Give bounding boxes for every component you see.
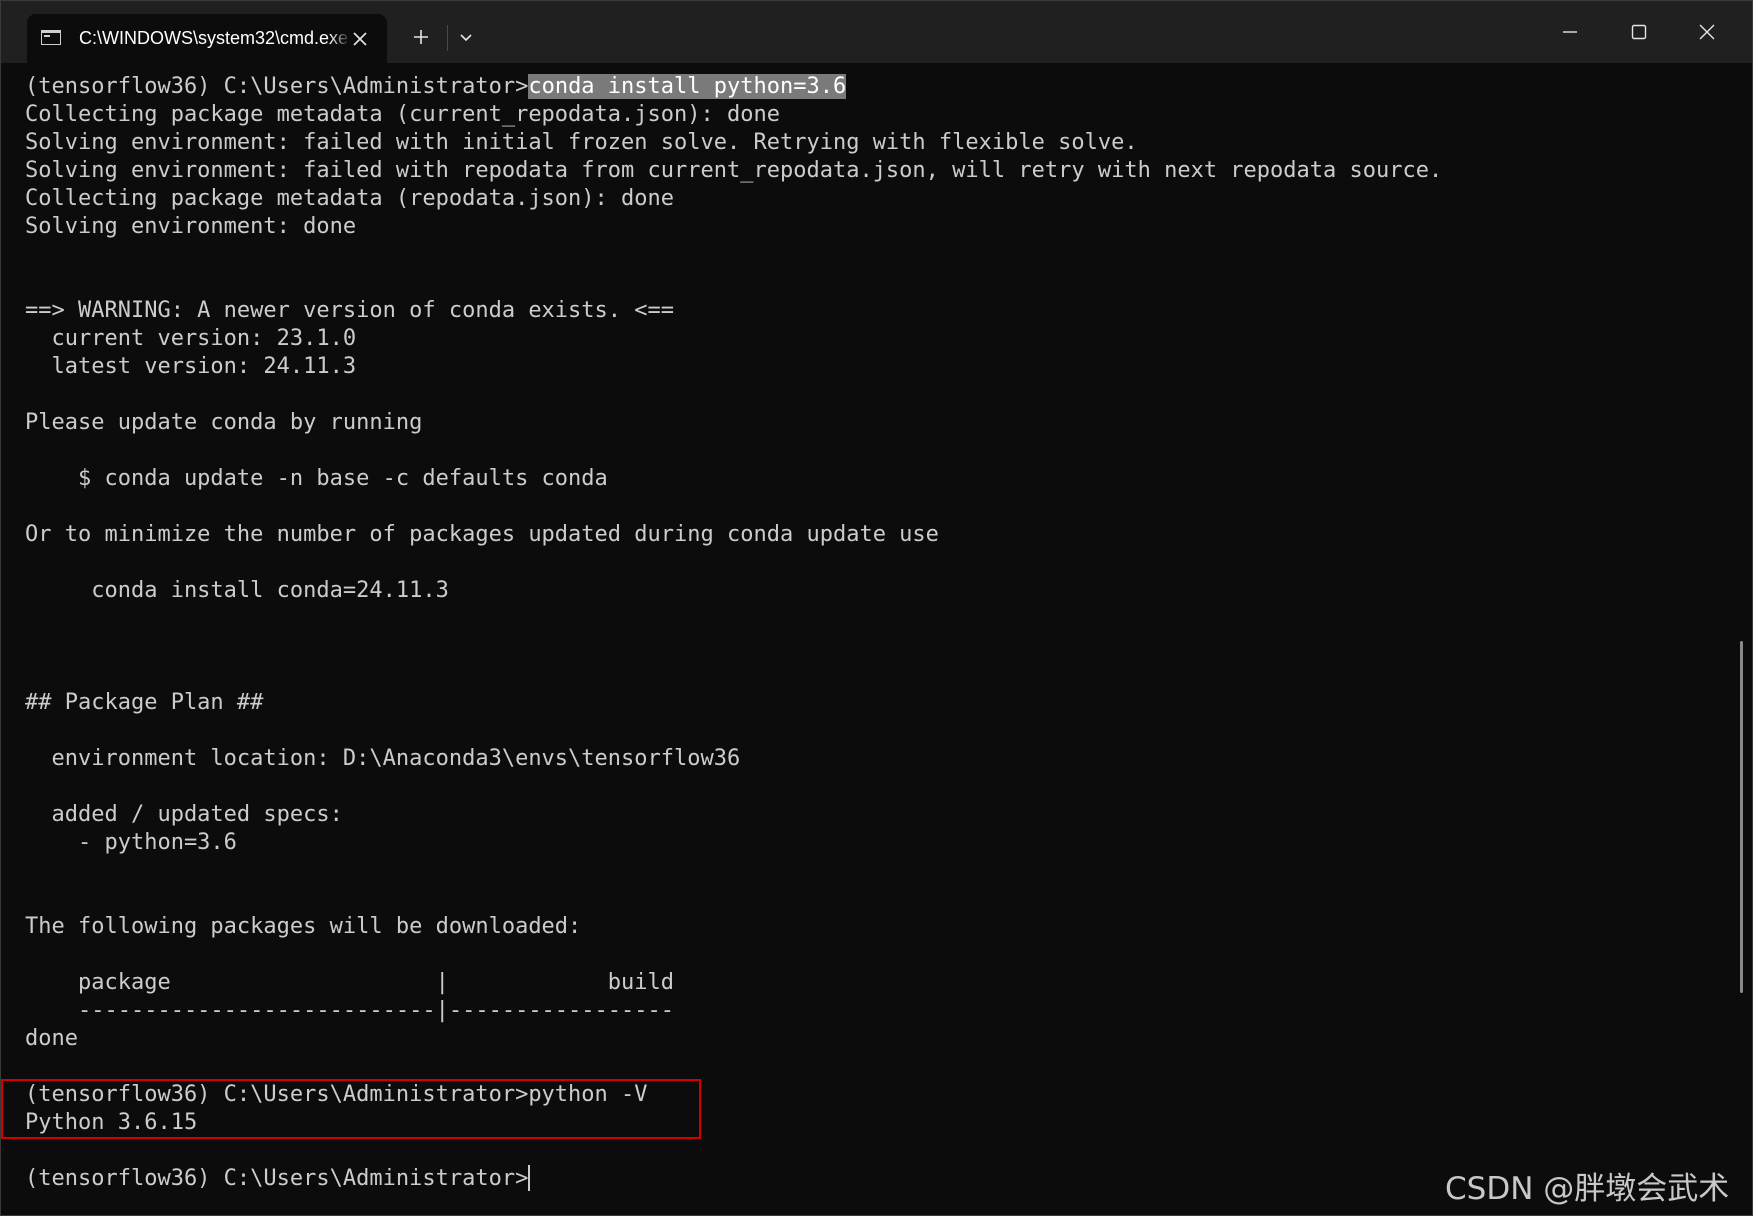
terminal-line: - python=3.6: [25, 830, 237, 855]
tab-cmd[interactable]: C:\WINDOWS\system32\cmd.exe: [27, 14, 387, 63]
terminal-line: Solving environment: done: [25, 214, 357, 239]
terminal-line: Or to minimize the number of packages up…: [25, 522, 939, 547]
minimize-button[interactable]: [1536, 1, 1604, 63]
tab-divider: [447, 25, 448, 51]
watermark: CSDN @胖墩会武术: [1445, 1171, 1730, 1207]
cmd-console-icon: [41, 30, 61, 45]
terminal-line: ## Package Plan ##: [25, 690, 264, 715]
terminal-line: Solving environment: failed with repodat…: [25, 158, 1443, 183]
terminal-line: ==> WARNING: A newer version of conda ex…: [25, 298, 675, 323]
prompt: (tensorflow36) C:\Users\Administrator>: [25, 74, 529, 99]
terminal-line: latest version: 24.11.3: [25, 354, 357, 379]
terminal-lines[interactable]: (tensorflow36) C:\Users\Administrator>co…: [25, 73, 1442, 1193]
terminal-line: Solving environment: failed with initial…: [25, 130, 1138, 155]
terminal-line: package | build: [25, 970, 675, 995]
plus-icon: [414, 30, 428, 44]
close-icon: [353, 32, 367, 46]
terminal-window: C:\WINDOWS\system32\cmd.exe (tensorflow3…: [0, 0, 1753, 1216]
close-window-button[interactable]: [1673, 1, 1741, 63]
title-bar[interactable]: C:\WINDOWS\system32\cmd.exe: [1, 1, 1752, 63]
text-cursor: [528, 1165, 531, 1191]
terminal-line: $ conda update -n base -c defaults conda: [25, 466, 608, 491]
prompt: (tensorflow36) C:\Users\Administrator>: [25, 1166, 529, 1191]
terminal-line: Please update conda by running: [25, 410, 423, 435]
maximize-button[interactable]: [1605, 1, 1673, 63]
terminal-line: The following packages will be downloade…: [25, 914, 582, 939]
terminal-line: conda install conda=24.11.3: [25, 578, 449, 603]
terminal-line: done: [25, 1026, 78, 1051]
scrollbar[interactable]: [1731, 63, 1752, 1213]
terminal-line: Collecting package metadata (current_rep…: [25, 102, 780, 127]
close-icon: [1699, 24, 1715, 40]
selected-command[interactable]: conda install python=3.6: [528, 74, 847, 99]
tab-close-button[interactable]: [345, 24, 375, 54]
new-tab-button[interactable]: [405, 21, 437, 53]
chevron-down-icon: [460, 34, 472, 42]
maximize-icon: [1631, 24, 1647, 40]
terminal-line: environment location: D:\Anaconda3\envs\…: [25, 746, 741, 771]
terminal-line: current version: 23.1.0: [25, 326, 357, 351]
tab-dropdown-button[interactable]: [450, 21, 482, 53]
terminal-output[interactable]: (tensorflow36) C:\Users\Administrator>co…: [1, 63, 1731, 1213]
terminal-line: ---------------------------|------------…: [25, 998, 675, 1023]
highlight-annotation-box: [1, 1079, 701, 1139]
tab-title: C:\WINDOWS\system32\cmd.exe: [79, 28, 349, 48]
terminal-line: Collecting package metadata (repodata.js…: [25, 186, 675, 211]
scrollbar-thumb[interactable]: [1740, 641, 1743, 993]
terminal-line: (tensorflow36) C:\Users\Administrator>co…: [25, 73, 1442, 101]
terminal-line: (tensorflow36) C:\Users\Administrator>: [25, 1165, 1442, 1193]
terminal-line: added / updated specs:: [25, 802, 343, 827]
minimize-icon: [1563, 31, 1577, 33]
